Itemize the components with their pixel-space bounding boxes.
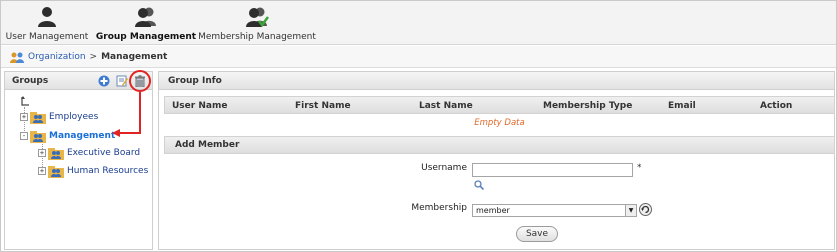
annotation-arrowhead (112, 129, 120, 137)
add-member-title: Add Member (175, 140, 240, 150)
edit-group-button[interactable] (116, 75, 128, 87)
group-folder-icon (30, 111, 46, 124)
save-button[interactable]: Save (516, 226, 558, 242)
organization-icon (10, 52, 24, 63)
membership-management-tab[interactable]: Membership Management (198, 1, 316, 45)
membership-label: Membership (411, 203, 467, 213)
add-member-header: Add Member (164, 136, 835, 154)
tree-item-label: Management (49, 131, 116, 141)
user-icon (35, 6, 59, 28)
collapse-toggle[interactable]: - (20, 132, 28, 140)
annotation-circle (129, 70, 151, 92)
group-management-label: Group Management (95, 32, 197, 42)
group-info-header: Group Info (159, 72, 834, 90)
annotation-line (118, 132, 141, 134)
group-info-title: Group Info (168, 75, 222, 86)
user-management-label: User Management (5, 32, 89, 42)
expand-toggle[interactable]: + (20, 113, 28, 121)
username-input[interactable] (472, 163, 633, 177)
groups-panel: Groups + Employees - Management + Execut… (4, 71, 153, 250)
group-info-panel: Group Info User Name First Name Last Nam… (158, 71, 835, 250)
breadcrumb-separator: > (89, 51, 98, 62)
membership-management-label: Membership Management (198, 32, 316, 42)
edit-icon (116, 75, 128, 87)
plus-icon (98, 75, 110, 87)
add-group-button[interactable] (98, 75, 110, 87)
annotation-line (139, 92, 141, 134)
members-table-header: User Name First Name Last Name Membershi… (164, 96, 835, 114)
user-management-tab[interactable]: User Management (5, 1, 89, 45)
empty-data-message: Empty Data (474, 118, 525, 128)
column-header-user-name[interactable]: User Name (172, 101, 227, 111)
membership-icon (245, 6, 269, 28)
groups-panel-title: Groups (12, 75, 49, 86)
group-management-tab[interactable]: Group Management (96, 1, 196, 45)
breadcrumb-current: Management (101, 51, 168, 62)
column-header-first-name[interactable]: First Name (295, 101, 351, 111)
column-header-email[interactable]: Email (668, 101, 696, 111)
group-folder-icon (30, 130, 46, 143)
membership-select[interactable]: member ▼ (472, 204, 637, 217)
breadcrumb: Organization > Management (1, 46, 836, 68)
required-mark: * (637, 163, 642, 173)
search-icon[interactable] (474, 180, 485, 193)
refresh-icon[interactable] (639, 203, 652, 219)
breadcrumb-organization-link[interactable]: Organization (28, 52, 86, 62)
chevron-down-icon[interactable]: ▼ (625, 205, 636, 216)
username-label: Username (421, 163, 467, 173)
column-header-membership-type[interactable]: Membership Type (543, 101, 632, 111)
column-header-action[interactable]: Action (760, 101, 792, 111)
toolbar: User Management Group Management Members… (1, 1, 836, 45)
tree-item-label: Human Resources (67, 166, 149, 176)
tree-item-human-resources[interactable]: + Human Resources (38, 163, 148, 179)
group-icon (134, 6, 158, 28)
group-folder-icon (48, 165, 64, 178)
tree-item-management[interactable]: - Management (20, 128, 115, 144)
membership-selected-value: member (476, 206, 510, 215)
tree-item-label: Employees (49, 112, 99, 122)
column-header-last-name[interactable]: Last Name (419, 101, 473, 111)
group-folder-icon (48, 147, 64, 160)
expand-toggle[interactable]: + (38, 167, 46, 175)
tree-item-executive-board[interactable]: + Executive Board (38, 145, 140, 161)
tree-item-label: Executive Board (67, 148, 141, 158)
expand-toggle[interactable]: + (38, 149, 46, 157)
tree-item-employees[interactable]: + Employees (20, 109, 98, 125)
level-up-icon[interactable] (21, 96, 30, 109)
